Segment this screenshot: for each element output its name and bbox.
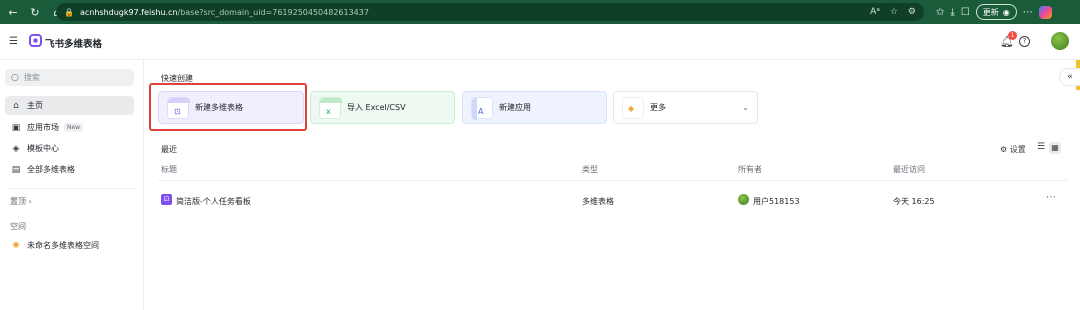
- chevron-right-icon: ›: [28, 197, 32, 206]
- settings-button[interactable]: ⚙︎ 设置: [1000, 144, 1026, 155]
- more-shapes-icon: ◆: [628, 103, 635, 113]
- settings-icon: ⚙︎: [1000, 145, 1010, 154]
- app-title: 飞书多维表格: [45, 39, 103, 50]
- search-icon: ○: [11, 72, 19, 83]
- column-header-last-visit: 最近访问: [893, 165, 925, 174]
- base-file-icon: ⊡: [161, 194, 172, 205]
- url-host: acnhshdugk97.feishu.cn: [79, 7, 178, 17]
- new-badge: New: [64, 123, 84, 132]
- sidebar-item-templates[interactable]: ◈ 模板中心: [5, 139, 134, 158]
- copilot-icon[interactable]: [1038, 5, 1052, 19]
- help-icon[interactable]: ?: [1019, 36, 1030, 47]
- store-icon: ▣: [11, 122, 21, 133]
- row-type: 多维表格: [582, 197, 614, 206]
- recent-title: 最近: [161, 145, 177, 154]
- home-icon: ⌂: [13, 100, 19, 111]
- list-view-icon[interactable]: ☰: [1035, 142, 1047, 154]
- sidebar-collapse-icon[interactable]: ☰: [9, 36, 21, 48]
- row-title: 简洁版-个人任务看板: [176, 197, 251, 206]
- sidebar-item-label: 主页: [27, 101, 43, 110]
- read-aloud-icon[interactable]: Aᵃ: [870, 7, 880, 17]
- column-header-owner: 所有者: [738, 165, 762, 174]
- table-icon: ▤: [11, 164, 21, 175]
- row-owner: 用户518153: [753, 197, 800, 206]
- browser-toolbar: ← ↻ ⌂ 🔒 acnhshdugk97.feishu.cn /base?src…: [0, 0, 1080, 24]
- search-input[interactable]: ○ 搜索: [5, 69, 134, 86]
- lock-icon: 🔒: [64, 7, 74, 17]
- main-content: 快速创建 ⊡ 新建多维表格 x 导入 Excel/CSV A 新建应用 ◆ 更多…: [145, 60, 1080, 310]
- card-label: 新建应用: [499, 103, 531, 112]
- more-thumbnail: ◆: [622, 96, 644, 119]
- update-button[interactable]: 更新 ◉: [975, 4, 1017, 20]
- grid-view-icon[interactable]: ▦: [1049, 142, 1061, 154]
- more-tools-icon[interactable]: ☐: [961, 7, 970, 18]
- menu-dots-icon[interactable]: ⋯: [1023, 7, 1033, 18]
- back-icon[interactable]: ←: [4, 3, 22, 21]
- sidebar-item-label: 未命名多维表格空间: [27, 241, 99, 250]
- template-icon: ◈: [12, 143, 20, 154]
- sidebar: ○ 搜索 ⌂ 主页 ▣ 应用市场 New ◈ 模板中心 ▤ 全部多维表格 置顶 …: [0, 60, 144, 310]
- column-header-type: 类型: [582, 165, 598, 174]
- sidebar-item-label: 模板中心: [27, 144, 59, 153]
- url-path: /base?src_domain_uid=7619250450482613437: [177, 7, 369, 17]
- column-header-title: 标题: [161, 165, 177, 174]
- table-row[interactable]: ⊡ 简洁版-个人任务看板 多维表格 用户518153 今天 16:25 ⋯: [158, 188, 1068, 212]
- extension-icon[interactable]: ⚙: [908, 7, 916, 17]
- app-logo-icon: [29, 34, 42, 47]
- refresh-icon[interactable]: ↻: [26, 3, 44, 21]
- new-app-card[interactable]: A 新建应用: [462, 91, 607, 124]
- downloads-icon[interactable]: ⤓: [950, 7, 954, 18]
- row-more-icon[interactable]: ⋯: [1046, 192, 1056, 203]
- row-last-visit: 今天 16:25: [893, 197, 935, 206]
- sidebar-divider: [8, 188, 136, 189]
- expand-panel-icon[interactable]: «: [1059, 68, 1080, 86]
- import-excel-card[interactable]: x 导入 Excel/CSV: [310, 91, 455, 124]
- pinned-label: 置顶: [10, 197, 26, 206]
- collections-icon[interactable]: ✩: [936, 7, 944, 18]
- excel-icon: x: [326, 106, 331, 116]
- app-icon: A: [478, 106, 484, 116]
- sun-icon: ✺: [12, 240, 20, 251]
- settings-label: 设置: [1009, 145, 1026, 154]
- user-avatar[interactable]: [1051, 32, 1069, 50]
- pinned-section[interactable]: 置顶 ›: [10, 196, 32, 207]
- address-bar[interactable]: 🔒 acnhshdugk97.feishu.cn /base?src_domai…: [56, 3, 924, 21]
- app-thumbnail: A: [471, 96, 493, 120]
- search-placeholder: 搜索: [23, 73, 40, 82]
- sidebar-item-label: 全部多维表格: [27, 165, 75, 174]
- more-card[interactable]: ◆ 更多 ⌄: [613, 91, 758, 124]
- update-label: 更新: [982, 7, 999, 17]
- space-section-label: 空间: [10, 222, 26, 231]
- owner-avatar: [738, 194, 749, 205]
- app-header: ☰ 飞书多维表格 🔔︎ 1 ?: [0, 24, 1080, 60]
- table-divider: [158, 180, 1068, 181]
- card-label: 导入 Excel/CSV: [347, 103, 406, 112]
- sidebar-item-all-bases[interactable]: ▤ 全部多维表格: [5, 160, 134, 179]
- profile-icon: ◉: [1002, 7, 1010, 17]
- sidebar-item-home[interactable]: ⌂ 主页: [5, 96, 134, 115]
- import-thumbnail: x: [319, 96, 342, 119]
- highlight-annotation: [149, 83, 307, 131]
- sidebar-item-space[interactable]: ✺ 未命名多维表格空间: [5, 236, 134, 255]
- notification-count-badge: 1: [1008, 31, 1017, 40]
- favorite-star-icon[interactable]: ☆: [890, 7, 898, 17]
- card-label: 更多: [650, 103, 666, 112]
- sidebar-item-label: 应用市场: [27, 123, 59, 132]
- chevron-down-icon: ⌄: [742, 103, 749, 112]
- sidebar-item-app-market[interactable]: ▣ 应用市场 New: [5, 118, 134, 137]
